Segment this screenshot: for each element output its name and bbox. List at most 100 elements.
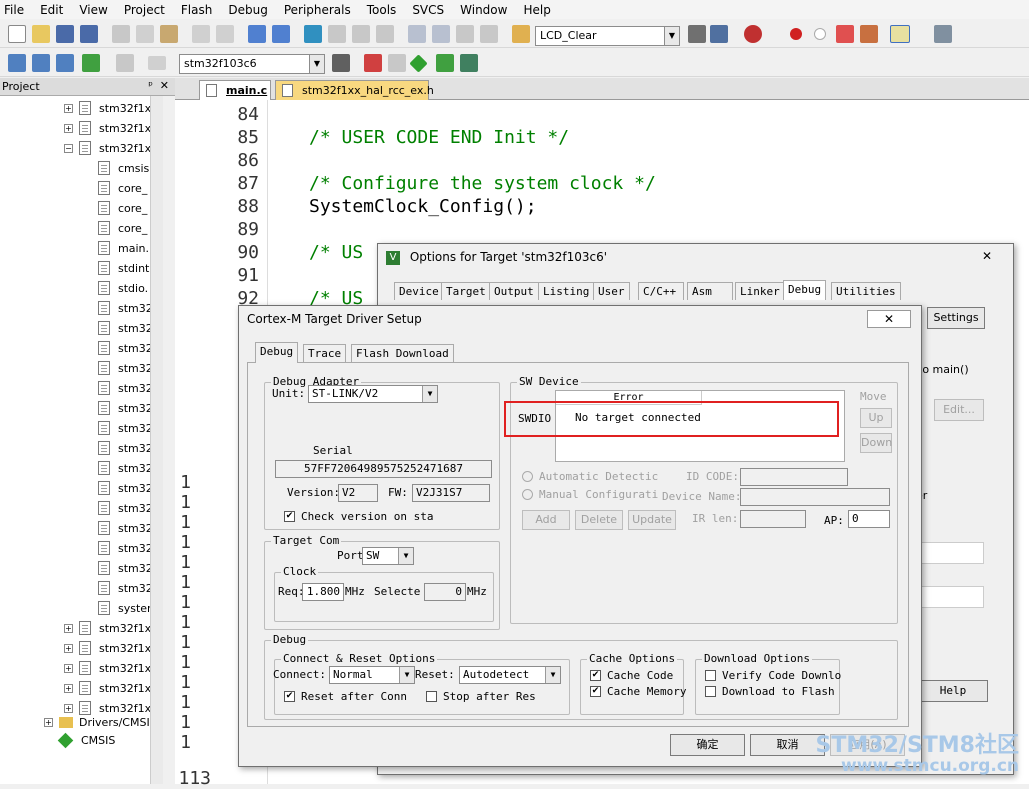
tab-listing[interactable]: Listing bbox=[538, 282, 595, 300]
tree-file-item[interactable]: stm32 bbox=[98, 478, 153, 498]
stop-build-icon[interactable] bbox=[116, 54, 134, 72]
tab-utilities[interactable]: Utilities bbox=[831, 282, 901, 300]
menu-debug[interactable]: Debug bbox=[228, 3, 267, 17]
menu-help[interactable]: Help bbox=[523, 3, 550, 17]
expand-icon[interactable]: + bbox=[64, 623, 73, 633]
tree-folder-item[interactable]: + stm32f1xx bbox=[64, 638, 158, 658]
expand-icon[interactable]: + bbox=[44, 717, 53, 727]
bookmark-clear-icon[interactable] bbox=[376, 25, 394, 43]
tree-file-item[interactable]: core_ bbox=[98, 218, 147, 238]
debug-session-icon[interactable] bbox=[744, 25, 762, 43]
find-icon[interactable] bbox=[688, 25, 706, 43]
tab-debug[interactable]: Debug bbox=[783, 280, 827, 300]
comment-icon[interactable] bbox=[456, 25, 474, 43]
add-button[interactable]: Add bbox=[522, 510, 570, 530]
tree-file-item[interactable]: stm32 bbox=[98, 538, 153, 558]
tab-cpp[interactable]: C/C++ bbox=[638, 282, 684, 300]
download-flash-checkbox[interactable] bbox=[705, 686, 716, 697]
pack-installer-icon[interactable] bbox=[409, 54, 428, 73]
redo-icon[interactable] bbox=[216, 25, 234, 43]
driver-close-button[interactable]: ✕ bbox=[867, 310, 911, 328]
project-scrollbar[interactable] bbox=[150, 96, 163, 784]
edit-button[interactable]: Edit... bbox=[934, 399, 984, 421]
menu-edit[interactable]: Edit bbox=[40, 3, 63, 17]
undo-icon[interactable] bbox=[192, 25, 210, 43]
tab-main-c[interactable]: main.c bbox=[199, 80, 271, 100]
expand-icon[interactable]: + bbox=[64, 103, 73, 113]
open-folder-icon[interactable] bbox=[32, 25, 50, 43]
target-options-icon[interactable] bbox=[332, 54, 350, 72]
auto-detect-radio[interactable] bbox=[522, 471, 533, 482]
bookmark-next-icon[interactable] bbox=[352, 25, 370, 43]
update-button[interactable]: Update bbox=[628, 510, 676, 530]
tree-folder-item[interactable]: + stm32f1xx bbox=[64, 98, 158, 118]
move-down-button[interactable]: Down bbox=[860, 433, 892, 453]
menu-window[interactable]: Window bbox=[460, 3, 507, 17]
tree-file-item[interactable]: stm32 bbox=[98, 438, 153, 458]
tab-target[interactable]: Target bbox=[441, 282, 491, 300]
copy-icon[interactable] bbox=[136, 25, 154, 43]
port-select[interactable]: SW ▼ bbox=[362, 547, 414, 565]
breakpoint-disable-icon[interactable] bbox=[814, 28, 826, 40]
tree-file-item[interactable]: stm32 bbox=[98, 578, 153, 598]
select-pack-icon[interactable] bbox=[436, 54, 454, 72]
help-button[interactable]: Help bbox=[918, 680, 988, 702]
window-layout-icon[interactable] bbox=[890, 25, 910, 43]
tab-linker[interactable]: Linker bbox=[735, 282, 785, 300]
bookmark-icon[interactable] bbox=[304, 25, 322, 43]
tab-stm32f1xx-hal-rcc-ex-h[interactable]: stm32f1xx_hal_rcc_ex.h bbox=[275, 80, 434, 100]
tree-file-item[interactable]: stm32 bbox=[98, 418, 153, 438]
connect-select[interactable]: Normal ▼ bbox=[329, 666, 415, 684]
save-icon[interactable] bbox=[56, 25, 74, 43]
tree-folder-item[interactable]: − stm32f1xx bbox=[64, 138, 158, 158]
options-close-button[interactable]: ✕ bbox=[967, 248, 1007, 266]
expand-icon[interactable]: + bbox=[64, 663, 73, 673]
menu-tools[interactable]: Tools bbox=[367, 3, 397, 17]
menu-svcs[interactable]: SVCS bbox=[412, 3, 444, 17]
translate-icon[interactable] bbox=[8, 54, 26, 72]
partial-field[interactable] bbox=[918, 542, 984, 564]
ap-field[interactable]: 0 bbox=[848, 510, 890, 528]
tree-file-item[interactable]: stm32 bbox=[98, 518, 153, 538]
collapse-icon[interactable]: − bbox=[64, 143, 73, 153]
tree-file-item[interactable]: syster bbox=[98, 598, 152, 618]
tree-file-item[interactable]: cmsis bbox=[98, 158, 149, 178]
configure-icon[interactable] bbox=[934, 25, 952, 43]
tree-folder-item[interactable]: CMSIS bbox=[57, 730, 115, 750]
tree-file-item[interactable]: stm32 bbox=[98, 318, 153, 338]
target-combo[interactable]: stm32f103c6 ▼ bbox=[179, 54, 325, 74]
menu-view[interactable]: View bbox=[79, 3, 107, 17]
bookmark-prev-icon[interactable] bbox=[328, 25, 346, 43]
tree-folder-item[interactable]: + stm32f1xx bbox=[64, 618, 158, 638]
cut-icon[interactable] bbox=[112, 25, 130, 43]
tree-file-item[interactable]: core_ bbox=[98, 178, 147, 198]
cancel-button[interactable]: 取消 bbox=[750, 734, 825, 756]
manage-project-icon[interactable] bbox=[364, 54, 382, 72]
paste-icon[interactable] bbox=[160, 25, 178, 43]
tree-file-item[interactable]: core_ bbox=[98, 198, 147, 218]
pin-icon[interactable]: ᵖ bbox=[148, 79, 153, 92]
tree-file-item[interactable]: main. bbox=[98, 238, 149, 258]
tree-folder-item[interactable]: + stm32f1xx bbox=[64, 118, 158, 138]
partial-field[interactable] bbox=[918, 586, 984, 608]
reset-select[interactable]: Autodetect ▼ bbox=[459, 666, 561, 684]
incremental-find-icon[interactable] bbox=[710, 25, 728, 43]
run-time-env-icon[interactable] bbox=[460, 54, 478, 72]
nav-back-icon[interactable] bbox=[248, 25, 266, 43]
tree-folder-item[interactable]: + Drivers/CMSIS bbox=[44, 712, 157, 732]
nav-forward-icon[interactable] bbox=[272, 25, 290, 43]
tab-driver-flash-download[interactable]: Flash Download bbox=[351, 344, 454, 362]
close-icon[interactable]: ✕ bbox=[160, 79, 169, 92]
tree-file-item[interactable]: stm32 bbox=[98, 378, 153, 398]
save-all-icon[interactable] bbox=[80, 25, 98, 43]
menu-file[interactable]: File bbox=[4, 3, 24, 17]
move-up-button[interactable]: Up bbox=[860, 408, 892, 428]
manual-config-radio[interactable] bbox=[522, 489, 533, 500]
req-field[interactable]: 1.800 bbox=[302, 583, 344, 601]
ok-button[interactable]: 确定 bbox=[670, 734, 745, 756]
tab-driver-debug[interactable]: Debug bbox=[255, 342, 299, 363]
download-icon[interactable] bbox=[148, 56, 166, 70]
tab-driver-trace[interactable]: Trace bbox=[303, 344, 347, 362]
tree-file-item[interactable]: stm32 bbox=[98, 358, 153, 378]
menu-project[interactable]: Project bbox=[124, 3, 165, 17]
